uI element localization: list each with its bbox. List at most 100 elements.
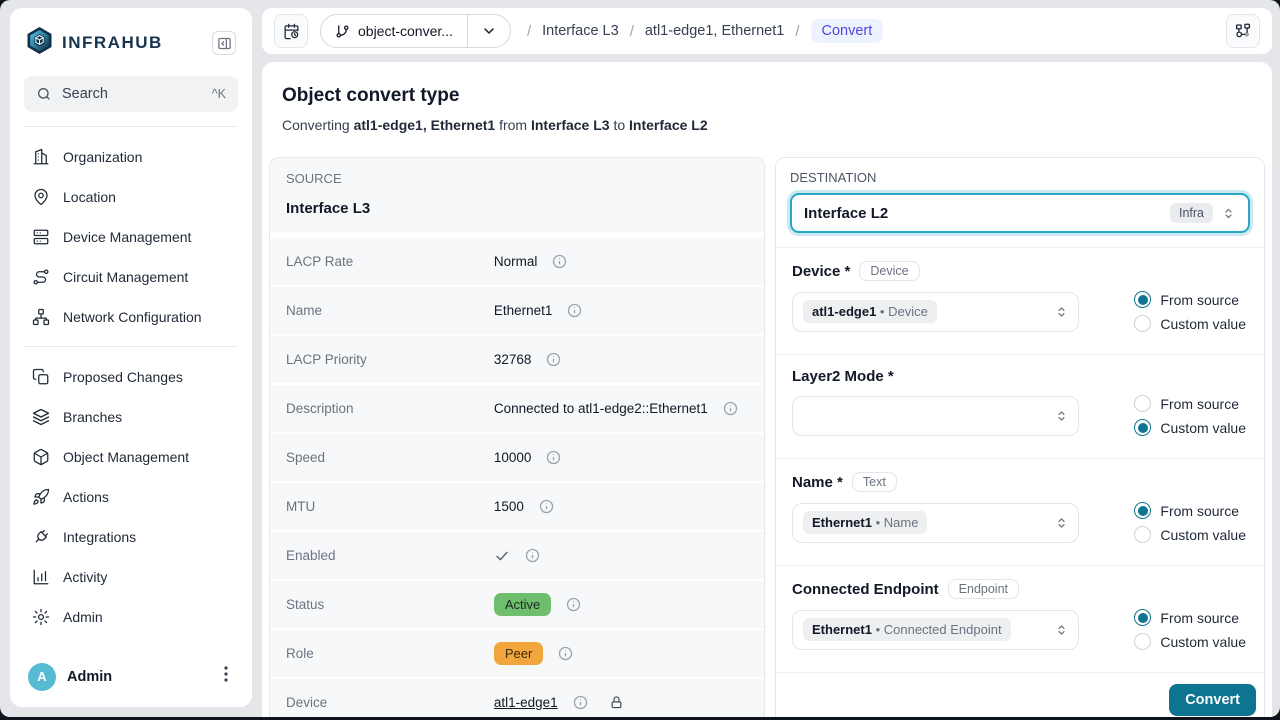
convert-button[interactable]: Convert xyxy=(1169,684,1256,716)
sidebar-item-network-configuration[interactable]: Network Configuration xyxy=(22,297,240,337)
main-content: Object convert type Converting atl1-edge… xyxy=(262,62,1272,717)
field-select[interactable]: atl1-edge1 • Device xyxy=(792,292,1079,332)
sidebar-item-integrations[interactable]: Integrations xyxy=(22,517,240,557)
gear-icon xyxy=(32,608,50,626)
nav-group-secondary: Proposed Changes Branches Object Managem… xyxy=(22,357,240,637)
select-stepper-icon xyxy=(1054,408,1069,423)
select-stepper-icon xyxy=(1054,304,1069,319)
breadcrumb-item-convert[interactable]: Convert xyxy=(811,19,884,43)
info-icon[interactable] xyxy=(546,352,561,367)
page-header: Object convert type Converting atl1-edge… xyxy=(262,62,1272,133)
field-device: Device * Device atl1-edge1 • Device From… xyxy=(776,248,1264,354)
info-icon[interactable] xyxy=(566,597,581,612)
sidebar-item-location[interactable]: Location xyxy=(22,177,240,217)
row-label: LACP Priority xyxy=(286,352,494,367)
sidebar-item-admin[interactable]: Admin xyxy=(22,597,240,637)
sidebar-item-label: Actions xyxy=(63,489,109,505)
info-icon[interactable] xyxy=(567,303,582,318)
info-icon[interactable] xyxy=(558,646,573,661)
sidebar-item-activity[interactable]: Activity xyxy=(22,557,240,597)
field-select[interactable]: Ethernet1 • Name xyxy=(792,503,1079,543)
info-icon[interactable] xyxy=(573,695,588,710)
sidebar-item-label: Branches xyxy=(63,409,122,425)
search-input[interactable]: Search ^K xyxy=(24,76,238,112)
branch-dropdown-toggle[interactable] xyxy=(468,23,510,39)
branch-name: object-conver... xyxy=(358,23,453,39)
copy-diff-icon xyxy=(32,368,50,386)
select-stepper-icon xyxy=(1221,206,1236,221)
sidebar-item-circuit-management[interactable]: Circuit Management xyxy=(22,257,240,297)
radio-custom-value[interactable]: Custom value xyxy=(1134,633,1246,650)
source-row-lacp-priority: LACP Priority 32768 xyxy=(270,336,764,383)
destination-panel: DESTINATION Interface L2 Infra Device * … xyxy=(775,157,1265,717)
sidebar-item-label: Integrations xyxy=(63,529,136,545)
field-select[interactable]: Ethernet1 • Connected Endpoint xyxy=(792,610,1079,650)
sidebar-item-object-management[interactable]: Object Management xyxy=(22,437,240,477)
source-row-description: Description Connected to atl1-edge2::Eth… xyxy=(270,385,764,432)
row-value: Normal xyxy=(494,254,538,269)
schema-graph-icon xyxy=(1234,22,1252,40)
sidebar-item-branches[interactable]: Branches xyxy=(22,397,240,437)
info-icon[interactable] xyxy=(525,548,540,563)
namespace-badge: Infra xyxy=(1170,203,1213,223)
divider xyxy=(24,126,238,127)
field-select[interactable]: • xyxy=(792,396,1079,436)
app-window: INFRAHUB Search ^K Organization xyxy=(0,0,1280,717)
radio-custom-value[interactable]: Custom value xyxy=(1134,419,1246,436)
user-menu-button[interactable] xyxy=(218,662,234,691)
breadcrumb-separator: / xyxy=(527,23,531,40)
avatar: A xyxy=(28,663,56,691)
row-label: Status xyxy=(286,597,494,612)
select-stepper-icon xyxy=(1054,622,1069,637)
sidebar-item-actions[interactable]: Actions xyxy=(22,477,240,517)
sidebar-collapse-button[interactable] xyxy=(212,31,236,55)
breadcrumb-item-object[interactable]: atl1-edge1, Ethernet1 xyxy=(645,23,784,39)
rocket-icon xyxy=(32,488,50,506)
info-icon[interactable] xyxy=(723,401,738,416)
branch-current[interactable]: object-conver... xyxy=(321,23,467,39)
layers-icon xyxy=(32,408,50,426)
breadcrumb-item-schema[interactable]: Interface L3 xyxy=(542,23,619,39)
branch-selector[interactable]: object-conver... xyxy=(320,14,511,48)
value-mode-radios: From source Custom value xyxy=(1134,609,1248,650)
row-label: LACP Rate xyxy=(286,254,494,269)
panels: SOURCE Interface L3 LACP Rate Normal Nam… xyxy=(262,133,1272,717)
radio-custom-value[interactable]: Custom value xyxy=(1134,315,1246,332)
date-picker-button[interactable] xyxy=(274,14,308,48)
source-panel: SOURCE Interface L3 LACP Rate Normal Nam… xyxy=(269,157,765,717)
breadcrumb: / Interface L3 / atl1-edge1, Ethernet1 /… xyxy=(527,19,883,43)
sidebar-item-device-management[interactable]: Device Management xyxy=(22,217,240,257)
device-link[interactable]: atl1-edge1 xyxy=(494,695,558,710)
radio-from-source[interactable]: From source xyxy=(1134,609,1246,626)
radio-custom-value[interactable]: Custom value xyxy=(1134,526,1246,543)
destination-type-select[interactable]: Interface L2 Infra xyxy=(790,193,1250,233)
schema-visualizer-button[interactable] xyxy=(1226,14,1260,48)
server-icon xyxy=(32,228,50,246)
sidebar-item-label: Circuit Management xyxy=(63,269,188,285)
info-icon[interactable] xyxy=(552,254,567,269)
destination-footer: Convert xyxy=(776,672,1264,717)
radio-from-source[interactable]: From source xyxy=(1134,291,1246,308)
value-mode-radios: From source Custom value xyxy=(1134,291,1248,332)
info-icon[interactable] xyxy=(546,450,561,465)
breadcrumb-separator: / xyxy=(795,23,799,40)
value-mode-radios: From source Custom value xyxy=(1134,395,1248,436)
sidebar-item-label: Device Management xyxy=(63,229,191,245)
sidebar: INFRAHUB Search ^K Organization xyxy=(10,8,252,707)
radio-from-source[interactable]: From source xyxy=(1134,395,1246,412)
source-row-mtu: MTU 1500 xyxy=(270,483,764,530)
info-icon[interactable] xyxy=(539,499,554,514)
lock-icon xyxy=(609,695,624,710)
topbar: object-conver... / Interface L3 / atl1-e… xyxy=(262,8,1272,54)
sidebar-item-organization[interactable]: Organization xyxy=(22,137,240,177)
radio-from-source[interactable]: From source xyxy=(1134,502,1246,519)
sidebar-item-proposed-changes[interactable]: Proposed Changes xyxy=(22,357,240,397)
kebab-icon xyxy=(224,666,228,682)
field-label: Name * xyxy=(792,474,843,491)
box-icon xyxy=(32,448,50,466)
sidebar-item-label: Network Configuration xyxy=(63,309,202,325)
destination-type-value: Interface L2 xyxy=(804,205,888,222)
row-label: Enabled xyxy=(286,548,494,563)
source-row-enabled: Enabled xyxy=(270,532,764,579)
source-panel-label: SOURCE xyxy=(286,171,748,186)
